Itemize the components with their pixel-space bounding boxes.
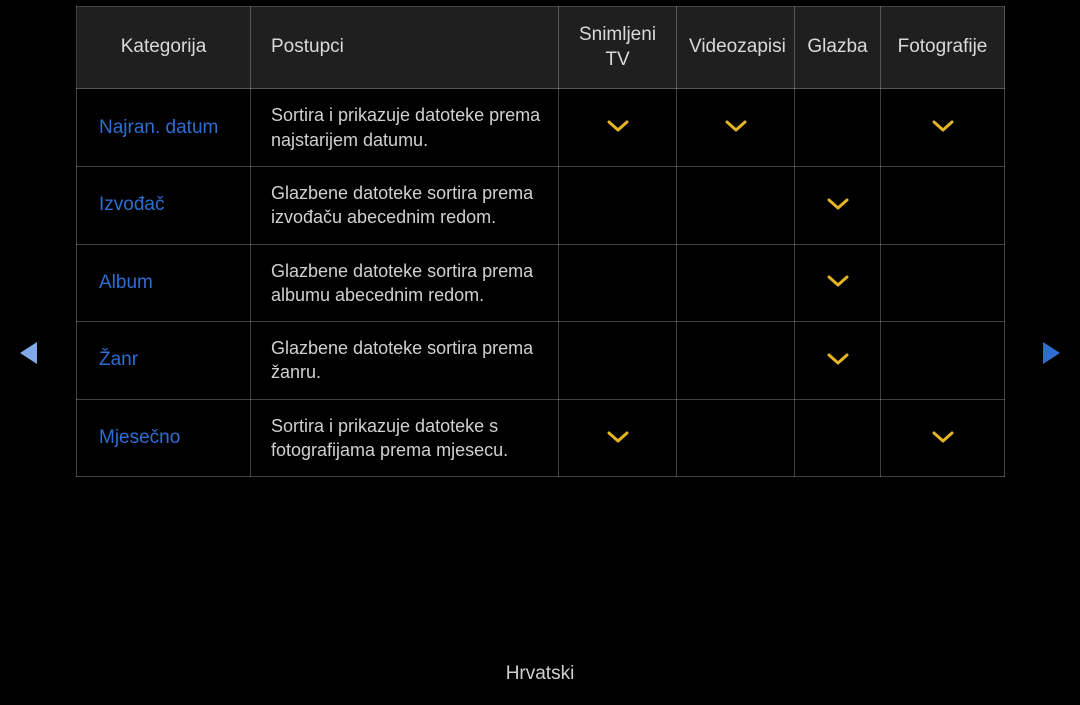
row-music-cell [795, 89, 881, 167]
row-photos-cell [881, 244, 1005, 322]
table-row: IzvođačGlazbene datoteke sortira prema i… [77, 166, 1005, 244]
row-music-cell [795, 244, 881, 322]
sort-options-table: Kategorija Postupci Snimljeni TV Videoza… [76, 6, 1004, 477]
row-recordedTv-cell [559, 399, 677, 477]
row-recordedTv-cell [559, 166, 677, 244]
row-category: Mjesečno [77, 399, 251, 477]
table-row: ŽanrGlazbene datoteke sortira prema žanr… [77, 322, 1005, 400]
row-category: Album [77, 244, 251, 322]
nav-next-arrow[interactable] [1043, 342, 1060, 364]
row-procedure: Glazbene datoteke sortira prema žanru. [251, 322, 559, 400]
row-category: Najran. datum [77, 89, 251, 167]
row-photos-cell [881, 89, 1005, 167]
row-procedure: Sortira i prikazuje datoteke prema najst… [251, 89, 559, 167]
row-videos-cell [677, 166, 795, 244]
check-icon [932, 430, 954, 447]
nav-prev-arrow[interactable] [20, 342, 37, 364]
row-videos-cell [677, 322, 795, 400]
row-recordedTv-cell [559, 89, 677, 167]
header-music: Glazba [795, 7, 881, 89]
check-icon [827, 197, 849, 214]
header-procedures: Postupci [251, 7, 559, 89]
row-recordedTv-cell [559, 322, 677, 400]
row-procedure: Glazbene datoteke sortira prema izvođaču… [251, 166, 559, 244]
row-music-cell [795, 399, 881, 477]
check-icon [725, 119, 747, 136]
table-row: MjesečnoSortira i prikazuje datoteke s f… [77, 399, 1005, 477]
header-recorded-tv: Snimljeni TV [559, 7, 677, 89]
check-icon [932, 119, 954, 136]
footer-language-label: Hrvatski [0, 663, 1080, 685]
row-videos-cell [677, 399, 795, 477]
header-videos: Videozapisi [677, 7, 795, 89]
row-category: Izvođač [77, 166, 251, 244]
row-photos-cell [881, 322, 1005, 400]
row-photos-cell [881, 166, 1005, 244]
check-icon [827, 274, 849, 291]
row-photos-cell [881, 399, 1005, 477]
header-category: Kategorija [77, 7, 251, 89]
check-icon [827, 352, 849, 369]
row-music-cell [795, 166, 881, 244]
row-procedure: Sortira i prikazuje datoteke s fotografi… [251, 399, 559, 477]
table-row: Najran. datumSortira i prikazuje datotek… [77, 89, 1005, 167]
row-procedure: Glazbene datoteke sortira prema albumu a… [251, 244, 559, 322]
header-photos: Fotografije [881, 7, 1005, 89]
row-videos-cell [677, 89, 795, 167]
row-music-cell [795, 322, 881, 400]
check-icon [607, 119, 629, 136]
row-recordedTv-cell [559, 244, 677, 322]
table-row: AlbumGlazbene datoteke sortira prema alb… [77, 244, 1005, 322]
check-icon [607, 430, 629, 447]
row-videos-cell [677, 244, 795, 322]
row-category: Žanr [77, 322, 251, 400]
